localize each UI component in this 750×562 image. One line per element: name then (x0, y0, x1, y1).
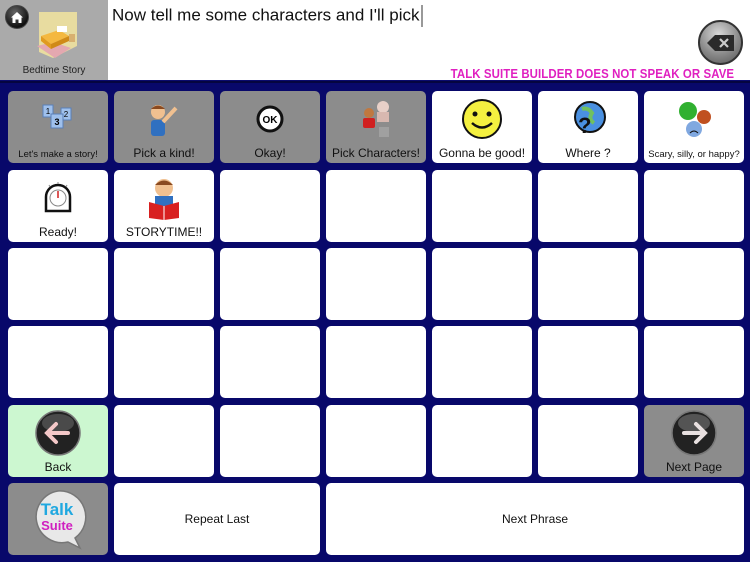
cell-label: Ready! (38, 225, 78, 239)
cell-scary-silly-happy[interactable]: Scary, silly, or happy? (644, 91, 744, 163)
clear-button[interactable] (698, 20, 743, 65)
empty-cell[interactable] (114, 326, 214, 398)
empty-cell[interactable] (644, 170, 744, 242)
cell-label: Gonna be good! (438, 146, 526, 160)
builder-warning: TALK SUITE BUILDER DOES NOT SPEAK OR SAV… (450, 66, 734, 81)
talk-suite-logo-icon: Talk Suite (35, 490, 87, 550)
back-button[interactable]: Back (8, 405, 108, 477)
cell-label: Next Page (665, 460, 723, 474)
svg-text:1: 1 (46, 107, 51, 116)
empty-cell[interactable] (432, 170, 532, 242)
empty-cell[interactable] (538, 405, 638, 477)
empty-cell[interactable] (538, 248, 638, 320)
arrow-left-icon (35, 409, 81, 456)
empty-cell[interactable] (220, 248, 320, 320)
empty-cell[interactable] (538, 170, 638, 242)
ok-icon: OK (256, 105, 284, 132)
cell-gonna-be-good[interactable]: Gonna be good! (432, 91, 532, 163)
emotion-faces-icon (679, 102, 711, 137)
svg-text:?: ? (578, 113, 591, 138)
cell-pick-characters[interactable]: Pick Characters! (326, 91, 426, 163)
logo-suite: Suite (41, 518, 73, 533)
backspace-clear-icon (706, 34, 734, 51)
empty-cell[interactable] (326, 405, 426, 477)
globe-question-icon: ? (574, 100, 606, 138)
smiley-face-icon (462, 98, 502, 139)
empty-cell[interactable] (432, 326, 532, 398)
cell-label: Next Phrase (501, 512, 569, 526)
empty-cell[interactable] (114, 248, 214, 320)
empty-cell[interactable] (8, 326, 108, 398)
message-content: Now tell me some characters and I'll pic… (112, 5, 420, 25)
cell-where[interactable]: ? Where ? (538, 91, 638, 163)
message-bar: Bedtime Story Now tell me some character… (0, 0, 750, 81)
timer-icon (44, 181, 72, 212)
cell-label: Let's make a story! (18, 149, 98, 160)
empty-cell[interactable] (326, 326, 426, 398)
empty-cell[interactable] (644, 326, 744, 398)
empty-cell[interactable] (432, 248, 532, 320)
empty-cell[interactable] (326, 170, 426, 242)
svg-text:3: 3 (54, 117, 59, 127)
next-phrase-button[interactable]: Next Phrase (326, 483, 744, 555)
empty-cell[interactable] (114, 405, 214, 477)
talk-suite-logo-button[interactable]: Talk Suite (8, 483, 108, 555)
message-text[interactable]: Now tell me some characters and I'll pic… (112, 5, 424, 27)
home-button[interactable] (5, 5, 29, 29)
empty-cell[interactable] (8, 248, 108, 320)
numbered-steps-icon: 1 23 (42, 104, 72, 129)
cell-label: Pick Characters! (331, 146, 421, 160)
cell-label: Okay! (254, 146, 286, 160)
cell-label: STORYTIME!! (125, 225, 203, 239)
repeat-last-button[interactable]: Repeat Last (114, 483, 320, 555)
empty-cell[interactable] (326, 248, 426, 320)
cell-label: Back (44, 460, 72, 474)
cell-storytime[interactable]: STORYTIME!! (114, 170, 214, 242)
empty-cell[interactable] (220, 170, 320, 242)
cell-ready[interactable]: Ready! (8, 170, 108, 242)
empty-cell[interactable] (220, 405, 320, 477)
text-cursor (421, 5, 424, 27)
characters-icon (363, 100, 389, 137)
home-icon (11, 11, 23, 23)
empty-cell[interactable] (538, 326, 638, 398)
cell-lets-make-a-story[interactable]: 1 23 Let's make a story! (8, 91, 108, 163)
board-tile[interactable]: Bedtime Story (0, 0, 108, 80)
cell-label: Repeat Last (184, 512, 250, 526)
boy-pointing-icon (151, 104, 178, 136)
cell-label: Scary, silly, or happy? (648, 149, 740, 160)
button-grid: 1 23 Let's make a story! Pick a kind! OK … (0, 81, 750, 562)
empty-cell[interactable] (432, 405, 532, 477)
cell-pick-a-kind[interactable]: Pick a kind! (114, 91, 214, 163)
bed-icon (37, 12, 77, 58)
cell-okay[interactable]: OK Okay! (220, 91, 320, 163)
empty-cell[interactable] (644, 248, 744, 320)
empty-cell[interactable] (220, 326, 320, 398)
svg-text:2: 2 (64, 110, 69, 119)
arrow-right-icon (671, 409, 717, 456)
cell-label: Where ? (565, 146, 611, 160)
svg-text:OK: OK (263, 115, 279, 126)
boy-reading-icon (149, 178, 179, 220)
cell-label: Pick a kind! (133, 146, 195, 160)
logo-talk: Talk (41, 500, 74, 519)
next-page-button[interactable]: Next Page (644, 405, 744, 477)
board-label: Bedtime Story (22, 65, 86, 76)
